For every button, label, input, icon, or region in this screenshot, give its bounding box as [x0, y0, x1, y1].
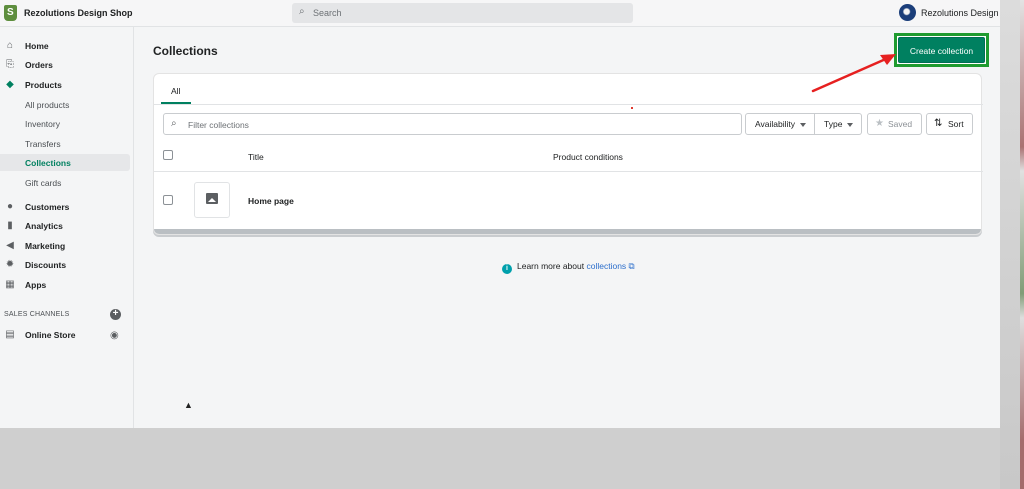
person-icon: ● [6, 201, 14, 212]
sidebar-item-marketing[interactable]: ◀ Marketing [0, 237, 130, 255]
type-dropdown[interactable]: Type [815, 113, 862, 135]
create-collection-button[interactable]: Create collection [898, 37, 985, 63]
add-channel-icon[interactable]: + [110, 309, 121, 320]
search-input[interactable]: ⌕ Search [292, 3, 633, 23]
tab-label: All [171, 86, 181, 96]
red-arrow-annotation [811, 54, 896, 93]
sidebar-subitem-transfers[interactable]: Transfers [0, 135, 130, 152]
store-name[interactable]: Rezolutions Design Shop [24, 8, 133, 18]
sort-button[interactable]: ⇅ Sort [926, 113, 973, 135]
shopify-logo-icon[interactable]: S [4, 5, 17, 21]
sidebar-item-customers[interactable]: ● Customers [0, 198, 130, 216]
desktop-background-edge [1000, 0, 1024, 489]
sidebar-subitem-collections[interactable]: Collections [0, 154, 130, 171]
sidebar-item-label: Apps [25, 280, 47, 290]
availability-dropdown[interactable]: Availability [745, 113, 815, 135]
saved-label: Saved [888, 119, 913, 129]
sidebar-subitem-label: Transfers [25, 139, 61, 149]
sidebar-item-analytics[interactable]: ▮ Analytics [0, 217, 130, 235]
caret-down-icon [800, 123, 806, 127]
sidebar-item-label: Marketing [25, 241, 66, 251]
learn-more-prefix: Learn more about [517, 261, 585, 271]
sidebar-item-label: Orders [25, 60, 53, 70]
search-placeholder: Search [313, 8, 342, 18]
sales-channels-heading: SALES CHANNELS [4, 311, 70, 318]
apps-icon: ▦ [5, 279, 15, 290]
divider [154, 104, 983, 105]
top-bar: S Rezolutions Design Shop ⌕ Search Rezol… [0, 0, 1000, 27]
store-icon: ▤ [5, 329, 15, 340]
info-icon: i [502, 264, 512, 274]
sort-label: Sort [948, 119, 964, 129]
link-label: collections [586, 261, 627, 271]
availability-label: Availability [755, 119, 796, 129]
search-icon: ⌕ [171, 118, 177, 129]
star-icon: ★ [875, 118, 884, 129]
image-placeholder-icon [194, 182, 230, 218]
divider [154, 171, 983, 172]
caret-down-icon [847, 123, 853, 127]
sidebar-item-products[interactable]: ◆ Products [0, 76, 130, 94]
mouse-cursor-icon: ▲ [184, 400, 193, 410]
sidebar-subitem-label: Collections [25, 158, 71, 168]
select-all-checkbox[interactable] [163, 150, 173, 160]
home-icon: ⌂ [6, 40, 14, 51]
collection-title-link[interactable]: Home page [248, 196, 294, 206]
column-header-conditions: Product conditions [553, 152, 623, 162]
eye-icon[interactable]: ◉ [110, 330, 119, 341]
sidebar: ⌂ Home ⎘ Orders ◆ Products All products … [0, 27, 134, 428]
annotation-dot [631, 107, 633, 109]
column-header-title[interactable]: Title [248, 152, 264, 162]
sidebar-item-discounts[interactable]: ✹ Discounts [0, 256, 130, 274]
tab-all[interactable]: All [161, 82, 191, 104]
desktop-background-bottom [0, 428, 1000, 489]
sidebar-subitem-inventory[interactable]: Inventory [0, 115, 130, 132]
tag-icon: ◆ [6, 79, 14, 90]
sort-icon: ⇅ [934, 118, 943, 129]
page-title: Collections [153, 44, 218, 58]
learn-more-text: i Learn more about collections ⧉ [502, 261, 635, 274]
horizontal-scrollbar[interactable] [154, 229, 981, 234]
sidebar-subitem-gift-cards[interactable]: Gift cards [0, 174, 130, 191]
sidebar-subitem-label: Inventory [25, 119, 60, 129]
collections-help-link[interactable]: collections ⧉ [586, 261, 634, 271]
filter-placeholder: Filter collections [188, 120, 249, 130]
sidebar-subitem-label: Gift cards [25, 178, 62, 188]
sidebar-item-label: Analytics [25, 221, 63, 231]
sidebar-item-label: Home [25, 41, 49, 51]
bar-chart-icon: ▮ [7, 220, 13, 231]
discount-icon: ✹ [5, 259, 15, 270]
sidebar-item-orders[interactable]: ⎘ Orders [0, 56, 130, 74]
saved-button[interactable]: ★ Saved [867, 113, 922, 135]
collections-card: All ⌕ Filter collections Availability Ty… [153, 73, 983, 235]
filter-collections-input[interactable]: ⌕ Filter collections [163, 113, 742, 135]
sidebar-item-apps[interactable]: ▦ Apps [0, 276, 130, 294]
type-label: Type [824, 119, 843, 129]
account-name[interactable]: Rezolutions Design [921, 8, 999, 18]
sidebar-subitem-label: All products [25, 100, 70, 110]
search-icon: ⌕ [299, 6, 305, 17]
external-link-icon: ⧉ [628, 261, 635, 271]
row-checkbox[interactable] [163, 195, 173, 205]
sidebar-subitem-all-products[interactable]: All products [0, 96, 130, 113]
sidebar-item-label: Online Store [25, 330, 76, 340]
sidebar-item-home[interactable]: ⌂ Home [0, 37, 130, 55]
orders-icon: ⎘ [6, 59, 14, 70]
avatar[interactable] [899, 4, 916, 21]
sidebar-item-label: Discounts [25, 260, 67, 270]
sidebar-item-label: Customers [25, 202, 70, 212]
megaphone-icon: ◀ [6, 240, 14, 251]
browser-window: S Rezolutions Design Shop ⌕ Search Rezol… [0, 0, 1000, 428]
sidebar-item-label: Products [25, 80, 62, 90]
